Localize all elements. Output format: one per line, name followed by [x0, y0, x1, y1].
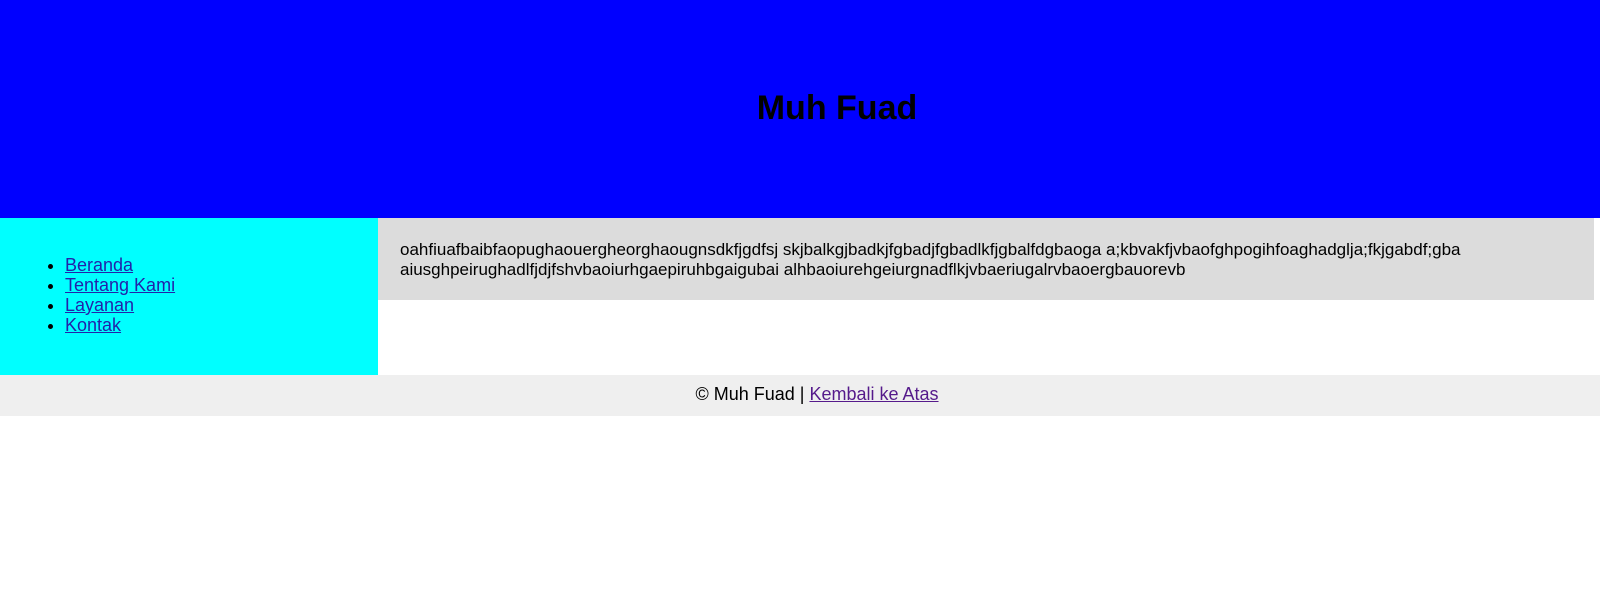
sidebar-nav: Beranda Tentang Kami Layanan Kontak — [0, 218, 378, 375]
footer-inner: © Muh Fuad | Kembali ke Atas — [695, 384, 938, 405]
sidebar-item-tentang-kami: Tentang Kami — [65, 275, 175, 295]
nav-link-beranda[interactable]: Beranda — [65, 255, 133, 275]
back-to-top-link[interactable]: Kembali ke Atas — [809, 384, 938, 404]
page-title: Muh Fuad — [756, 88, 918, 127]
main-content: oahfiuafbaibfaopughaouergheorghaougnsdkf… — [378, 218, 1594, 300]
nav-list: Beranda Tentang Kami Layanan Kontak — [65, 255, 175, 335]
page-footer: © Muh Fuad | Kembali ke Atas — [0, 375, 1600, 416]
copyright-text: © Muh Fuad | — [695, 384, 805, 404]
sidebar-item-layanan: Layanan — [65, 295, 175, 315]
sidebar-item-beranda: Beranda — [65, 255, 175, 275]
nav-link-tentang-kami[interactable]: Tentang Kami — [65, 275, 175, 295]
sidebar-item-kontak: Kontak — [65, 315, 175, 335]
nav-link-kontak[interactable]: Kontak — [65, 315, 121, 335]
content-paragraph: oahfiuafbaibfaopughaouergheorghaougnsdkf… — [400, 240, 1461, 279]
page-header: Muh Fuad — [0, 0, 1600, 218]
nav-link-layanan[interactable]: Layanan — [65, 295, 134, 315]
